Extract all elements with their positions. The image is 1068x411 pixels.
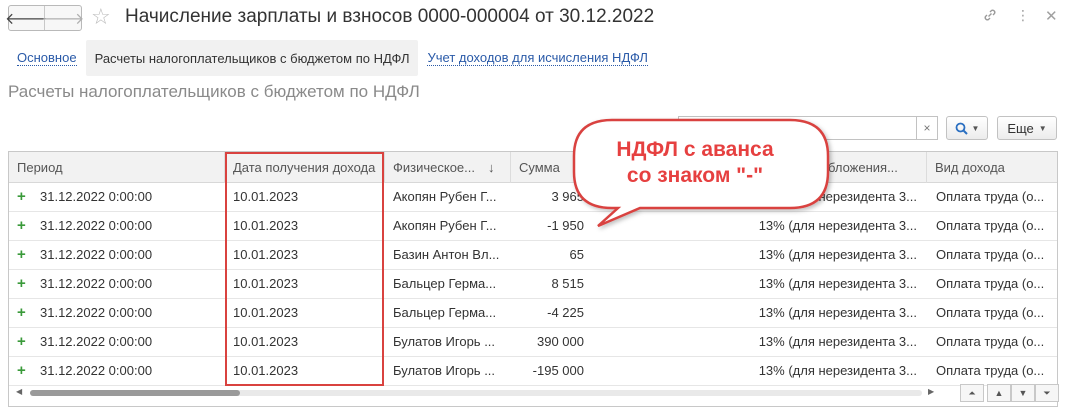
cell-period: 31.12.2022 0:00:00 xyxy=(40,363,153,378)
cell-income-type: Оплата труда (о... xyxy=(936,334,1045,349)
cell-income-date: 10.01.2023 xyxy=(233,218,299,233)
back-button[interactable]: 🡐 xyxy=(5,6,48,30)
next-row-button[interactable]: ▼ xyxy=(1011,384,1035,402)
double-up-icon: ⏶ xyxy=(968,387,976,398)
cell-period: 31.12.2022 0:00:00 xyxy=(40,218,153,233)
chevron-down-icon: ▼ xyxy=(1018,388,1028,398)
page-title: Начисление зарплаты и взносов 0000-00000… xyxy=(125,6,655,27)
table-row[interactable]: + 31.12.2022 0:00:00 10.01.2023 Булатов … xyxy=(9,328,1057,357)
cell-income-type: Оплата труда (о... xyxy=(936,305,1045,320)
table-header: Период Дата получения дохода Физическое.… xyxy=(9,152,1057,183)
previous-row-button[interactable]: ▲ xyxy=(987,384,1011,402)
cell-amount: 8 515 xyxy=(551,276,584,291)
plus-icon: + xyxy=(17,304,26,321)
plus-icon: + xyxy=(17,275,26,292)
window-titlebar: 🡐 🡒 ☆ Начисление зарплаты и взносов 0000… xyxy=(0,0,1068,38)
double-down-icon: ⏷ xyxy=(1043,387,1051,398)
cell-person: Булатов Игорь ... xyxy=(393,363,496,378)
cell-amount: 390 000 xyxy=(537,334,584,349)
section-title: Расчеты налогоплательщиков с бюджетом по… xyxy=(8,82,420,101)
cell-amount: -1 950 xyxy=(547,218,584,233)
plus-icon: + xyxy=(17,362,26,379)
cell-income-type: Оплата труда (о... xyxy=(936,189,1045,204)
plus-icon: + xyxy=(17,217,26,234)
table-row[interactable]: + 31.12.2022 0:00:00 10.01.2023 Бальцер … xyxy=(9,299,1057,328)
cell-amount: -195 000 xyxy=(532,363,584,378)
cell-income-date: 10.01.2023 xyxy=(233,334,299,349)
forward-button[interactable]: 🡒 xyxy=(42,6,85,30)
table-row[interactable]: + 31.12.2022 0:00:00 10.01.2023 Булатов … xyxy=(9,357,1057,386)
table-row[interactable]: + 31.12.2022 0:00:00 10.01.2023 Базин Ан… xyxy=(9,241,1057,270)
column-header-period[interactable]: Период xyxy=(9,152,225,183)
cell-person: Базин Антон Вл... xyxy=(393,247,500,262)
plus-icon: + xyxy=(17,333,26,350)
scroll-left-icon[interactable]: ◀ xyxy=(16,387,22,396)
link-icon[interactable] xyxy=(982,7,998,28)
star-icon[interactable]: ☆ xyxy=(91,5,111,29)
callout-text: НДФЛ с аванса со знаком "-" xyxy=(616,138,774,187)
cell-income-type: Оплата труда (о... xyxy=(936,363,1045,378)
cell-income-date: 10.01.2023 xyxy=(233,189,299,204)
chevron-down-icon: ▼ xyxy=(1038,123,1047,133)
cell-income-date: 10.01.2023 xyxy=(233,363,299,378)
close-icon[interactable]: ✕ xyxy=(1045,7,1058,25)
table-row[interactable]: + 31.12.2022 0:00:00 10.01.2023 Акопян Р… xyxy=(9,212,1057,241)
cell-person: Акопян Рубен Г... xyxy=(393,189,497,204)
cell-tax-rate: 13% (для нерезидента 3... xyxy=(758,218,917,233)
cell-person: Бальцер Герма... xyxy=(393,276,497,291)
search-icon xyxy=(955,122,968,135)
cell-income-type: Оплата труда (о... xyxy=(936,276,1045,291)
table-row[interactable]: + 31.12.2022 0:00:00 10.01.2023 Акопян Р… xyxy=(9,183,1057,212)
tab-main[interactable]: Основное xyxy=(8,40,86,76)
search-clear-button[interactable]: × xyxy=(916,116,938,140)
last-page-button[interactable]: ⏷ xyxy=(1035,384,1059,402)
cell-tax-rate: 13% (для нерезидента 3... xyxy=(758,305,917,320)
scroll-right-icon[interactable]: ▶ xyxy=(928,387,934,396)
cell-tax-rate: 13% (для нерезидента 3... xyxy=(758,247,917,262)
cell-amount: 3 965 xyxy=(551,189,584,204)
column-header-person[interactable]: Физическое... ↓ xyxy=(385,152,511,183)
cell-person: Бальцер Герма... xyxy=(393,305,497,320)
settlements-table: Период Дата получения дохода Физическое.… xyxy=(8,151,1058,407)
horizontal-scrollbar[interactable]: ◀ ▶ xyxy=(8,386,938,400)
cell-period: 31.12.2022 0:00:00 xyxy=(40,247,153,262)
plus-icon: + xyxy=(17,188,26,205)
table-row[interactable]: + 31.12.2022 0:00:00 10.01.2023 Бальцер … xyxy=(9,270,1057,299)
cell-income-type: Оплата труда (о... xyxy=(936,247,1045,262)
cell-income-type: Оплата труда (о... xyxy=(936,218,1045,233)
form-tabs: Основное Расчеты налогоплательщиков с бю… xyxy=(8,40,657,76)
scroll-thumb[interactable] xyxy=(30,390,240,396)
cell-amount: -4 225 xyxy=(547,305,584,320)
more-button[interactable]: Еще ▼ xyxy=(997,116,1057,140)
cell-period: 31.12.2022 0:00:00 xyxy=(40,305,153,320)
chevron-down-icon: ▼ xyxy=(971,123,980,133)
navigation-buttons: 🡐 🡒 xyxy=(5,5,85,31)
tab-ndfl-settlements[interactable]: Расчеты налогоплательщиков с бюджетом по… xyxy=(85,40,419,76)
cell-amount: 65 xyxy=(569,247,584,262)
search-button[interactable]: ▼ xyxy=(946,116,988,140)
cell-person: Булатов Игорь ... xyxy=(393,334,496,349)
cell-income-date: 10.01.2023 xyxy=(233,305,299,320)
cell-period: 31.12.2022 0:00:00 xyxy=(40,334,153,349)
column-header-income-date[interactable]: Дата получения дохода xyxy=(225,152,385,183)
cell-income-date: 10.01.2023 xyxy=(233,247,299,262)
cell-tax-rate: 13% (для нерезидента 3... xyxy=(758,276,917,291)
first-page-button[interactable]: ⏶ xyxy=(960,384,984,402)
more-vertical-icon[interactable]: ⋮ xyxy=(1016,7,1030,24)
close-icon: × xyxy=(923,121,931,135)
tab-income-accounting[interactable]: Учет доходов для исчисления НДФЛ xyxy=(418,40,656,76)
cell-person: Акопян Рубен Г... xyxy=(393,218,497,233)
plus-icon: + xyxy=(17,246,26,263)
chevron-up-icon: ▲ xyxy=(994,388,1004,398)
sort-down-icon: ↓ xyxy=(488,160,495,175)
cell-income-date: 10.01.2023 xyxy=(233,276,299,291)
cell-tax-rate: 13% (для нерезидента 3... xyxy=(758,363,917,378)
cell-period: 31.12.2022 0:00:00 xyxy=(40,276,153,291)
column-header-income-type[interactable]: Вид дохода xyxy=(927,152,1057,183)
cell-tax-rate: 13% (для нерезидента 3... xyxy=(758,334,917,349)
arrow-right-icon: 🡒 xyxy=(41,10,85,28)
cell-period: 31.12.2022 0:00:00 xyxy=(40,189,153,204)
